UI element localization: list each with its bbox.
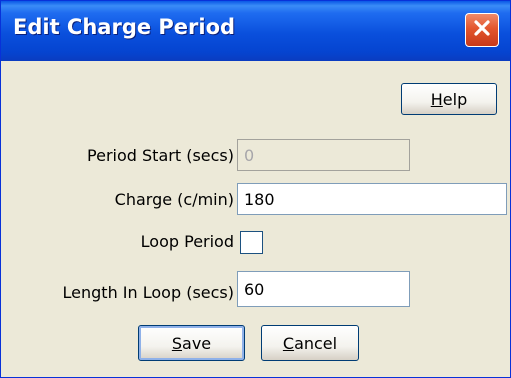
- period-start-label: Period Start (secs): [87, 146, 234, 165]
- period-start-input: 0: [237, 139, 410, 171]
- loop-period-checkbox[interactable]: [240, 231, 263, 254]
- help-button-label: Help: [430, 89, 468, 109]
- loop-period-label: Loop Period: [140, 232, 234, 251]
- charge-input[interactable]: 180: [237, 183, 507, 215]
- save-button-label: Save: [171, 333, 212, 353]
- length-in-loop-label: Length In Loop (secs): [62, 283, 234, 302]
- title-bar[interactable]: Edit Charge Period: [1, 1, 510, 61]
- close-x-icon: [472, 18, 492, 42]
- cancel-button[interactable]: Cancel: [261, 325, 359, 361]
- charge-label: Charge (c/min): [114, 190, 234, 209]
- window-title: Edit Charge Period: [13, 15, 236, 39]
- length-in-loop-input[interactable]: 60: [237, 271, 410, 307]
- close-button[interactable]: [465, 13, 499, 47]
- dialog-body: Help Period Start (secs) 0 Charge (c/min…: [1, 61, 510, 377]
- save-button[interactable]: Save: [138, 325, 245, 361]
- help-button[interactable]: Help: [401, 83, 497, 115]
- cancel-button-label: Cancel: [282, 333, 338, 353]
- dialog-window: Edit Charge Period Help Period Start (se…: [0, 0, 511, 378]
